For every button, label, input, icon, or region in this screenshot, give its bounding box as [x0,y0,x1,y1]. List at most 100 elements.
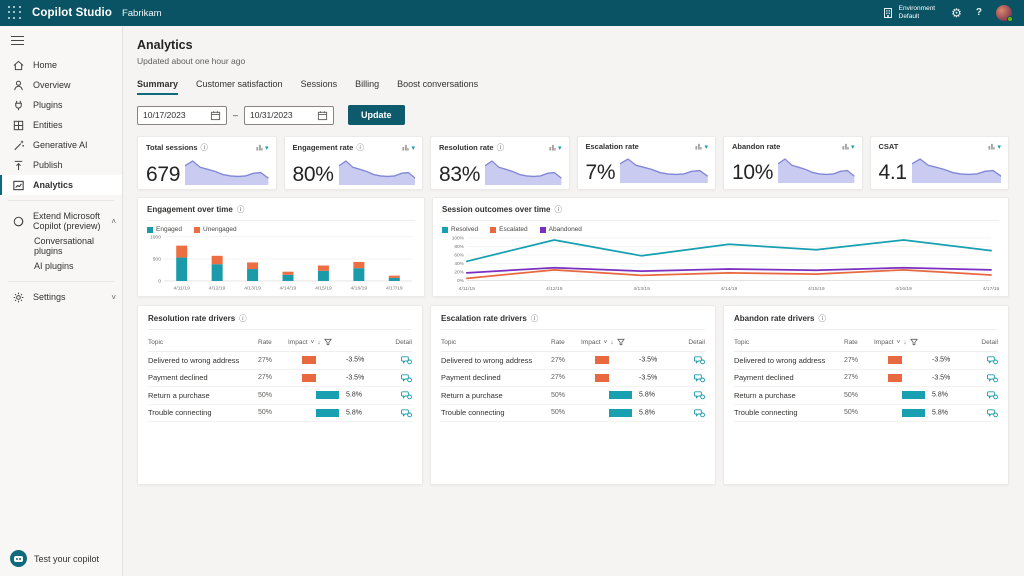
kpi-options-dropdown[interactable]: ▾ [842,143,855,151]
detail-button[interactable] [987,390,998,400]
end-date-input[interactable]: 10/31/2023 [244,106,334,125]
info-icon[interactable]: ⓘ [818,313,826,324]
sidebar-item-generative-ai[interactable]: Generative AI [0,135,122,155]
driver-table-card: Abandon rate drivers ⓘ Topic Rate Impact… [723,305,1009,485]
tab-customer-satisfaction[interactable]: Customer satisfaction [196,79,283,95]
environment-picker[interactable]: Environment Default [882,5,936,21]
info-icon[interactable]: ⓘ [531,313,539,324]
info-icon[interactable]: ⓘ [554,204,562,215]
sidebar-item-conversational-plugins[interactable]: Conversational plugins [0,236,122,256]
chevron-down-icon: ▾ [558,144,562,152]
chevron-down-icon[interactable]: ˅ [604,339,608,346]
tab-boost-conversations[interactable]: Boost conversations [397,79,478,95]
detail-button[interactable] [401,355,412,365]
chevron-up-icon[interactable]: ˄ [111,217,116,226]
sort-descending-icon[interactable]: ↓ [317,339,320,346]
legend-item-engaged: Engaged [147,226,182,233]
detail-button[interactable] [987,355,998,365]
sidebar-item-entities[interactable]: Entities [0,115,122,135]
tab-billing[interactable]: Billing [355,79,379,95]
app-title: Copilot Studio [32,7,112,19]
detail-button[interactable] [694,390,705,400]
impact-value: 5.8% [932,409,948,416]
impact-cell: -3.5% [874,352,972,369]
detail-button[interactable] [694,408,705,418]
detail-button[interactable] [694,373,705,383]
kpi-options-dropdown[interactable]: ▾ [695,143,708,151]
environment-value: Default [899,13,936,21]
calendar-icon[interactable] [317,110,328,121]
kpi-sparkline [620,153,708,184]
calendar-icon[interactable] [210,110,221,121]
filter-icon[interactable] [910,338,918,346]
sidebar-item-home[interactable]: Home [0,55,122,75]
sidebar-item-publish[interactable]: Publish [0,155,122,175]
detail-button[interactable] [694,355,705,365]
detail-button[interactable] [401,408,412,418]
start-date-input[interactable]: 10/17/2023 [137,106,227,125]
detail-button[interactable] [401,373,412,383]
rate-cell: 50% [844,409,874,416]
chevron-down-icon: ▾ [411,144,415,152]
sidebar-item-ai-plugins[interactable]: AI plugins [0,256,122,276]
update-button[interactable]: Update [348,105,405,125]
col-topic: Topic [148,339,258,346]
topic-cell: Return a purchase [734,391,844,400]
chevron-down-icon[interactable]: ˅ [897,339,901,346]
app-launcher-icon[interactable] [8,6,22,20]
sidebar-item-overview[interactable]: Overview [0,75,122,95]
kpi-card: Escalation rate ⓘ ▾ 7% [577,136,717,190]
kpi-row: Total sessions ⓘ ▾ 679 Engagement rate ⓘ… [137,136,1009,190]
info-icon[interactable]: ⓘ [356,142,364,153]
sort-descending-icon[interactable]: ↓ [903,339,906,346]
impact-cell: 5.8% [874,405,972,422]
info-icon[interactable]: ⓘ [497,142,505,153]
kpi-options-dropdown[interactable]: ▾ [256,144,269,152]
impact-bar [595,374,609,382]
impact-value: 5.8% [639,409,655,416]
svg-text:4/13/19: 4/13/19 [244,286,261,292]
person-icon [12,79,25,92]
chevron-down-icon[interactable]: ˅ [111,293,116,302]
rate-cell: 50% [258,409,288,416]
detail-button[interactable] [987,373,998,383]
user-avatar[interactable] [996,5,1012,21]
info-icon[interactable]: ⓘ [239,313,247,324]
legend-item-resolved: Resolved [442,226,478,233]
sidebar-divider [8,281,114,282]
sidebar-item-analytics[interactable]: Analytics [0,175,122,195]
outcomes-legend: ResolvedEscalatedAbandoned [442,226,999,233]
tab-summary[interactable]: Summary [137,79,178,95]
svg-text:4/16/19: 4/16/19 [895,286,912,292]
kpi-options-dropdown[interactable]: ▾ [988,143,1001,151]
kpi-options-dropdown[interactable]: ▾ [402,144,415,152]
detail-button[interactable] [401,390,412,400]
detail-button[interactable] [987,408,998,418]
sidebar-item-extend-copilot[interactable]: Extend Microsoft Copilot (preview) ˄ [0,206,122,236]
wand-icon [12,139,25,152]
kpi-options-dropdown[interactable]: ▾ [549,144,562,152]
sort-descending-icon[interactable]: ↓ [610,339,613,346]
collapse-nav-icon[interactable] [11,36,24,45]
test-copilot-button[interactable]: Test your copilot [10,550,99,567]
impact-bar [316,409,339,417]
info-icon[interactable]: ⓘ [201,142,209,153]
sidebar-item-settings[interactable]: Settings ˅ [0,287,122,307]
kpi-label: Total sessions [146,143,198,152]
updated-timestamp: Updated about one hour ago [137,56,1009,66]
impact-bar [595,356,609,364]
analytics-chart-icon [12,179,25,192]
col-impact: Impact [581,339,601,346]
table-title: Abandon rate drivers [734,314,814,323]
filter-icon[interactable] [617,338,625,346]
settings-gear-icon[interactable]: ⚙ [951,7,962,19]
sidebar-item-plugins[interactable]: Plugins [0,95,122,115]
help-icon[interactable]: ? [976,8,982,18]
tab-sessions[interactable]: Sessions [301,79,338,95]
session-detail-icon [401,408,412,418]
info-icon[interactable]: ⓘ [237,204,245,215]
mini-chart-icon [402,144,409,151]
filter-icon[interactable] [324,338,332,346]
chevron-down-icon[interactable]: ˅ [311,339,315,346]
table-body: Delivered to wrong address 27% -3.5% Pay… [441,352,705,422]
